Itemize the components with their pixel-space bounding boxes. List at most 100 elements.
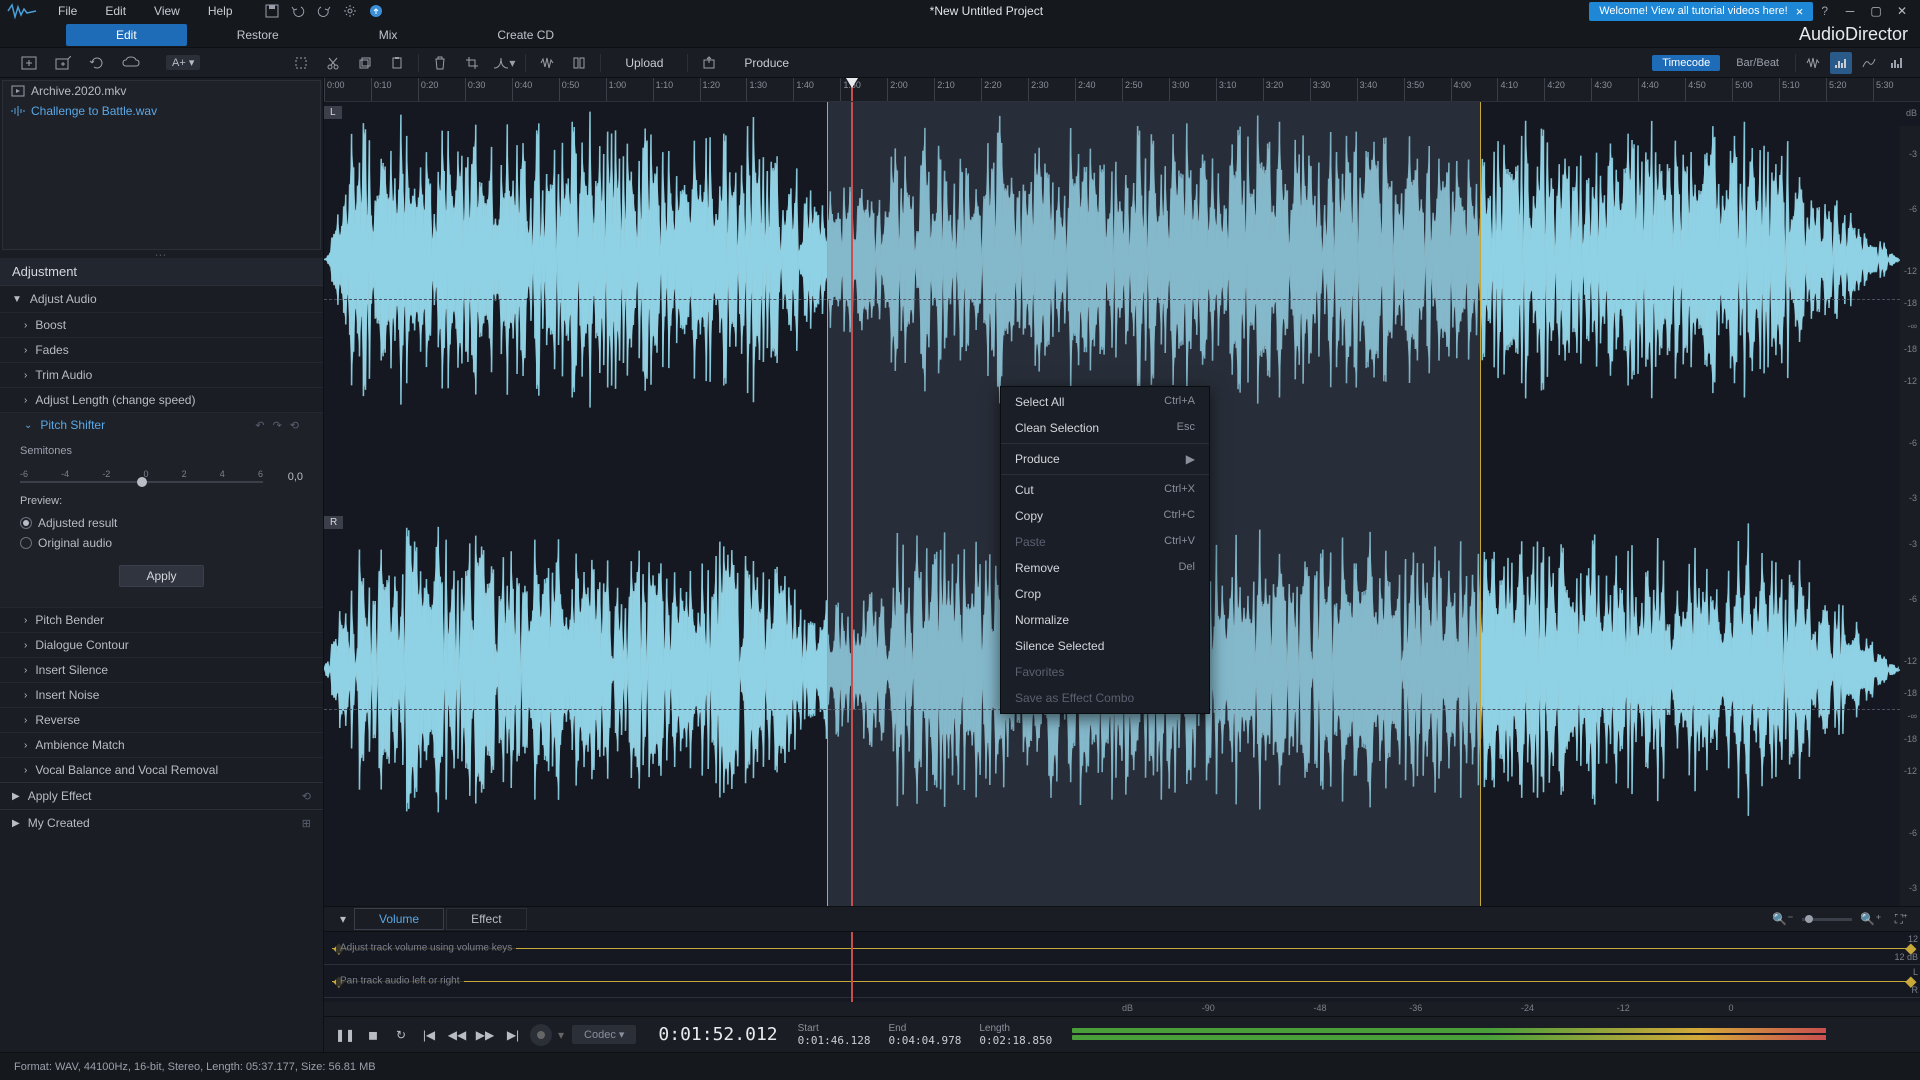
text-size-button[interactable]: A+ ▾ (166, 55, 200, 70)
next-button[interactable]: ▶| (502, 1024, 524, 1046)
redo-icon[interactable] (316, 3, 332, 19)
ctx-silence-selected[interactable]: Silence Selected (1001, 633, 1209, 659)
adj-length[interactable]: ›Adjust Length (change speed) (0, 387, 323, 412)
adj-boost[interactable]: ›Boost (0, 312, 323, 337)
loop-button[interactable]: ↻ (390, 1024, 412, 1046)
channels-icon[interactable] (568, 52, 590, 74)
radio-original[interactable]: Original audio (20, 533, 303, 553)
adj-reverse[interactable]: ›Reverse (0, 707, 323, 732)
reset-small-icon[interactable]: ⟲ (290, 419, 299, 432)
track-tab-effect[interactable]: Effect (446, 908, 526, 930)
menu-help[interactable]: Help (194, 1, 247, 21)
import-media-icon[interactable] (52, 52, 74, 74)
prev-button[interactable]: |◀ (418, 1024, 440, 1046)
ctx-clean-selection[interactable]: Clean SelectionEsc (1001, 415, 1209, 441)
crop-icon[interactable] (461, 52, 483, 74)
zoom-fit-icon[interactable]: ⛶⁺ (1890, 908, 1912, 930)
timeline-ruler[interactable]: 0:000:100:200:300:400:501:001:101:201:30… (324, 78, 1920, 102)
fade-icon[interactable]: ▾ (493, 52, 515, 74)
ruler-tick: 3:40 (1357, 78, 1404, 101)
welcome-close-icon[interactable]: × (1796, 4, 1804, 19)
menu-view[interactable]: View (140, 1, 194, 21)
media-item[interactable]: Challenge to Battle.wav (3, 101, 320, 121)
welcome-banner[interactable]: Welcome! View all tutorial videos here! … (1589, 2, 1813, 21)
radio-adjusted[interactable]: Adjusted result (20, 513, 303, 533)
adj-fades[interactable]: ›Fades (0, 337, 323, 362)
produce-button[interactable]: Produce (730, 53, 803, 73)
section-apply-effect[interactable]: ▶Apply Effect⟲ (0, 783, 323, 809)
cloud-download-icon[interactable] (120, 52, 142, 74)
semitones-slider[interactable]: -6-4-20246 (20, 469, 263, 485)
apply-button[interactable]: Apply (119, 565, 203, 587)
adj-vocal-balance[interactable]: ›Vocal Balance and Vocal Removal (0, 757, 323, 782)
menu-edit[interactable]: Edit (91, 1, 140, 21)
copy-icon[interactable] (354, 52, 376, 74)
maximize-button[interactable]: ▢ (1864, 2, 1888, 20)
mode-tab-mix[interactable]: Mix (329, 24, 448, 46)
stop-button[interactable]: ◼ (362, 1024, 384, 1046)
codec-button[interactable]: Codec ▾ (572, 1025, 636, 1044)
ctx-crop[interactable]: Crop (1001, 581, 1209, 607)
record-button[interactable] (530, 1024, 552, 1046)
upload-button[interactable]: Upload (611, 53, 677, 73)
delete-icon[interactable] (429, 52, 451, 74)
mode-tab-edit[interactable]: Edit (66, 24, 187, 46)
timecode-button[interactable]: Timecode (1652, 55, 1720, 71)
menu-file[interactable]: File (44, 1, 91, 21)
select-tool-icon[interactable] (290, 52, 312, 74)
add-icon[interactable]: ⊞ (302, 817, 311, 830)
adj-insert-noise[interactable]: ›Insert Noise (0, 682, 323, 707)
adj-dialogue-contour[interactable]: ›Dialogue Contour (0, 632, 323, 657)
volume-track[interactable]: Adjust track volume using volume keys 12… (324, 932, 1920, 965)
barbeat-button[interactable]: Bar/Beat (1726, 55, 1789, 71)
zoom-in-icon[interactable]: 🔍⁺ (1860, 908, 1882, 930)
reset-icon[interactable]: ⟲ (302, 790, 311, 803)
freq-view-icon[interactable] (1858, 52, 1880, 74)
adj-pitch-bender[interactable]: ›Pitch Bender (0, 607, 323, 632)
undo-icon[interactable] (290, 3, 306, 19)
ruler-tick: 0:50 (559, 78, 606, 101)
rewind-button[interactable]: ◀◀ (446, 1024, 468, 1046)
help-icon[interactable]: ? (1821, 4, 1828, 18)
slider-thumb[interactable] (137, 477, 147, 487)
normalize-icon[interactable] (536, 52, 558, 74)
ctx-cut[interactable]: CutCtrl+X (1001, 477, 1209, 503)
ctx-copy[interactable]: CopyCtrl+C (1001, 503, 1209, 529)
close-button[interactable]: ✕ (1890, 2, 1914, 20)
export-icon[interactable] (698, 52, 720, 74)
adj-pitch-shifter[interactable]: ⌄Pitch Shifter ↶↷⟲ (0, 412, 323, 437)
track-dropdown-icon[interactable]: ▾ (332, 910, 354, 928)
bars-view-icon[interactable] (1886, 52, 1908, 74)
record-dropdown-icon[interactable]: ▾ (558, 1028, 564, 1042)
redo-small-icon[interactable]: ↷ (273, 419, 282, 432)
forward-button[interactable]: ▶▶ (474, 1024, 496, 1046)
adj-insert-silence[interactable]: ›Insert Silence (0, 657, 323, 682)
spectral-view-icon[interactable] (1830, 52, 1852, 74)
zoom-out-icon[interactable]: 🔍⁻ (1772, 908, 1794, 930)
save-icon[interactable] (264, 3, 280, 19)
adj-ambience-match[interactable]: ›Ambience Match (0, 732, 323, 757)
cloud-icon[interactable] (368, 3, 384, 19)
waveform-view-icon[interactable] (1802, 52, 1824, 74)
section-my-created[interactable]: ▶My Created⊞ (0, 810, 323, 836)
mode-tab-create-cd[interactable]: Create CD (447, 24, 604, 46)
minimize-button[interactable]: ─ (1838, 2, 1862, 20)
adj-trim-audio[interactable]: ›Trim Audio (0, 362, 323, 387)
zoom-slider[interactable] (1802, 918, 1852, 921)
cut-icon[interactable] (322, 52, 344, 74)
ctx-remove[interactable]: RemoveDel (1001, 555, 1209, 581)
media-item[interactable]: Archive.2020.mkv (3, 81, 320, 101)
refresh-icon[interactable] (86, 52, 108, 74)
paste-icon[interactable] (386, 52, 408, 74)
import-file-icon[interactable] (18, 52, 40, 74)
undo-small-icon[interactable]: ↶ (255, 419, 264, 432)
pause-button[interactable]: ❚❚ (334, 1024, 356, 1046)
ctx-select-all[interactable]: Select AllCtrl+A (1001, 389, 1209, 415)
settings-icon[interactable] (342, 3, 358, 19)
section-adjust-audio[interactable]: ▼Adjust Audio (0, 286, 323, 312)
pan-track[interactable]: Pan track audio left or right L R (324, 965, 1920, 998)
ctx-produce[interactable]: Produce▶ (1001, 446, 1209, 472)
track-tab-volume[interactable]: Volume (354, 908, 444, 930)
ctx-normalize[interactable]: Normalize (1001, 607, 1209, 633)
mode-tab-restore[interactable]: Restore (187, 24, 329, 46)
